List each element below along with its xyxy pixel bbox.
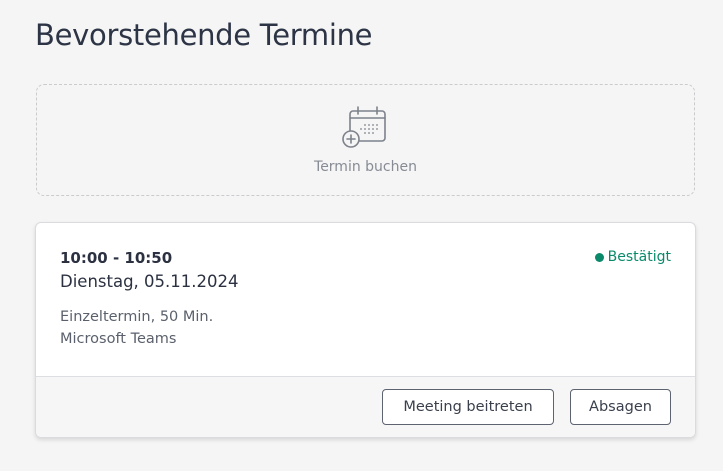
- status-dot-icon: [594, 252, 604, 262]
- join-meeting-button[interactable]: Meeting beitreten: [382, 389, 554, 425]
- book-appointment-label: Termin buchen: [314, 159, 417, 175]
- calendar-add-icon: [342, 106, 386, 148]
- appointment-date: Dienstag, 05.11.2024: [60, 272, 239, 291]
- page-title: Bevorstehende Termine: [35, 18, 373, 52]
- appointment-location: Microsoft Teams: [60, 331, 177, 347]
- book-appointment-button[interactable]: Termin buchen: [36, 84, 695, 196]
- status-badge: Bestätigt: [594, 249, 671, 265]
- appointment-card-footer: Meeting beitreten Absagen: [36, 376, 695, 437]
- appointment-card: 10:00 - 10:50 Dienstag, 05.11.2024 Einze…: [35, 222, 696, 438]
- appointment-time: 10:00 - 10:50: [60, 249, 173, 267]
- status-label: Bestätigt: [607, 249, 671, 265]
- appointment-type: Einzeltermin, 50 Min.: [60, 309, 214, 325]
- cancel-appointment-button[interactable]: Absagen: [570, 389, 671, 425]
